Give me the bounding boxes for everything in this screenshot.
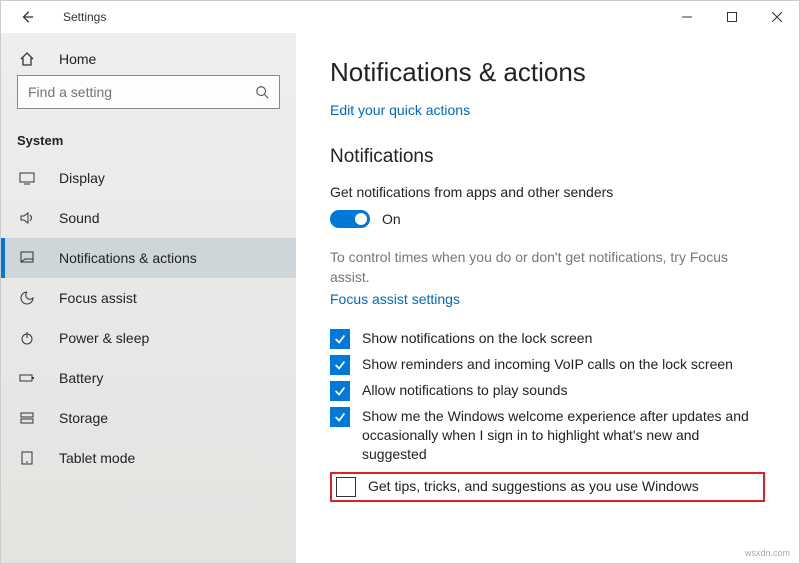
option-lock-screen-reminders: Show reminders and incoming VoIP calls o… xyxy=(330,355,765,375)
search-box[interactable] xyxy=(17,75,280,109)
settings-window: Settings Home System xyxy=(0,0,800,564)
tablet-icon xyxy=(17,450,37,466)
page-title: Notifications & actions xyxy=(330,57,765,88)
checkbox-label: Show notifications on the lock screen xyxy=(362,329,765,348)
home-link[interactable]: Home xyxy=(1,43,296,75)
checkbox-label: Get tips, tricks, and suggestions as you… xyxy=(368,477,759,496)
sidebar-item-label: Focus assist xyxy=(59,290,137,306)
focus-assist-icon xyxy=(17,290,37,306)
battery-icon xyxy=(17,370,37,386)
focus-assist-hint: To control times when you do or don't ge… xyxy=(330,248,750,287)
storage-icon xyxy=(17,410,37,426)
sidebar-item-label: Sound xyxy=(59,210,99,226)
search-icon xyxy=(255,85,269,99)
back-button[interactable] xyxy=(11,1,43,33)
power-icon xyxy=(17,330,37,346)
sidebar-item-label: Storage xyxy=(59,410,108,426)
toggle-label: On xyxy=(382,211,401,227)
checkbox[interactable] xyxy=(330,329,350,349)
sidebar-item-display[interactable]: Display xyxy=(1,158,296,198)
edit-quick-actions-link[interactable]: Edit your quick actions xyxy=(330,102,470,118)
close-button[interactable] xyxy=(754,1,799,33)
sidebar-item-focus-assist[interactable]: Focus assist xyxy=(1,278,296,318)
minimize-icon xyxy=(682,12,692,22)
checkbox[interactable] xyxy=(336,477,356,497)
sidebar-item-storage[interactable]: Storage xyxy=(1,398,296,438)
notifications-icon xyxy=(17,250,37,266)
sidebar-item-power-sleep[interactable]: Power & sleep xyxy=(1,318,296,358)
titlebar: Settings xyxy=(1,1,799,33)
option-lock-screen-notifications: Show notifications on the lock screen xyxy=(330,329,765,349)
maximize-icon xyxy=(727,12,737,22)
checkbox-label: Show reminders and incoming VoIP calls o… xyxy=(362,355,765,374)
sidebar-item-sound[interactable]: Sound xyxy=(1,198,296,238)
checkbox[interactable] xyxy=(330,355,350,375)
sidebar: Home System Display Sound xyxy=(1,33,296,563)
checkbox[interactable] xyxy=(330,381,350,401)
watermark: wsxdn.com xyxy=(745,548,790,558)
display-icon xyxy=(17,170,37,186)
notifications-toggle[interactable] xyxy=(330,210,370,228)
checkbox[interactable] xyxy=(330,407,350,427)
option-tips-tricks: Get tips, tricks, and suggestions as you… xyxy=(336,477,759,497)
sidebar-item-tablet-mode[interactable]: Tablet mode xyxy=(1,438,296,478)
notification-options: Show notifications on the lock screen Sh… xyxy=(330,329,765,502)
sidebar-item-label: Power & sleep xyxy=(59,330,149,346)
home-icon xyxy=(17,51,37,67)
window-body: Home System Display Sound xyxy=(1,33,799,563)
maximize-button[interactable] xyxy=(709,1,754,33)
sidebar-item-battery[interactable]: Battery xyxy=(1,358,296,398)
search-container xyxy=(1,75,296,119)
section-header: System xyxy=(1,119,296,158)
sidebar-item-label: Display xyxy=(59,170,105,186)
senders-description: Get notifications from apps and other se… xyxy=(330,184,765,200)
focus-assist-link[interactable]: Focus assist settings xyxy=(330,291,460,307)
option-play-sounds: Allow notifications to play sounds xyxy=(330,381,765,401)
sound-icon xyxy=(17,210,37,226)
minimize-button[interactable] xyxy=(664,1,709,33)
checkbox-label: Allow notifications to play sounds xyxy=(362,381,765,400)
close-icon xyxy=(772,12,782,22)
home-label: Home xyxy=(59,51,96,67)
option-welcome-experience: Show me the Windows welcome experience a… xyxy=(330,407,765,464)
window-title: Settings xyxy=(43,10,106,24)
notifications-header: Notifications xyxy=(330,146,765,168)
sidebar-item-label: Battery xyxy=(59,370,103,386)
arrow-left-icon xyxy=(20,10,34,24)
sidebar-item-label: Tablet mode xyxy=(59,450,135,466)
sidebar-item-notifications[interactable]: Notifications & actions xyxy=(1,238,296,278)
sidebar-item-label: Notifications & actions xyxy=(59,250,197,266)
highlighted-option: Get tips, tricks, and suggestions as you… xyxy=(330,472,765,502)
content-area: Notifications & actions Edit your quick … xyxy=(296,33,799,563)
search-input[interactable] xyxy=(28,84,255,100)
notifications-toggle-row: On xyxy=(330,210,765,228)
checkbox-label: Show me the Windows welcome experience a… xyxy=(362,407,765,464)
